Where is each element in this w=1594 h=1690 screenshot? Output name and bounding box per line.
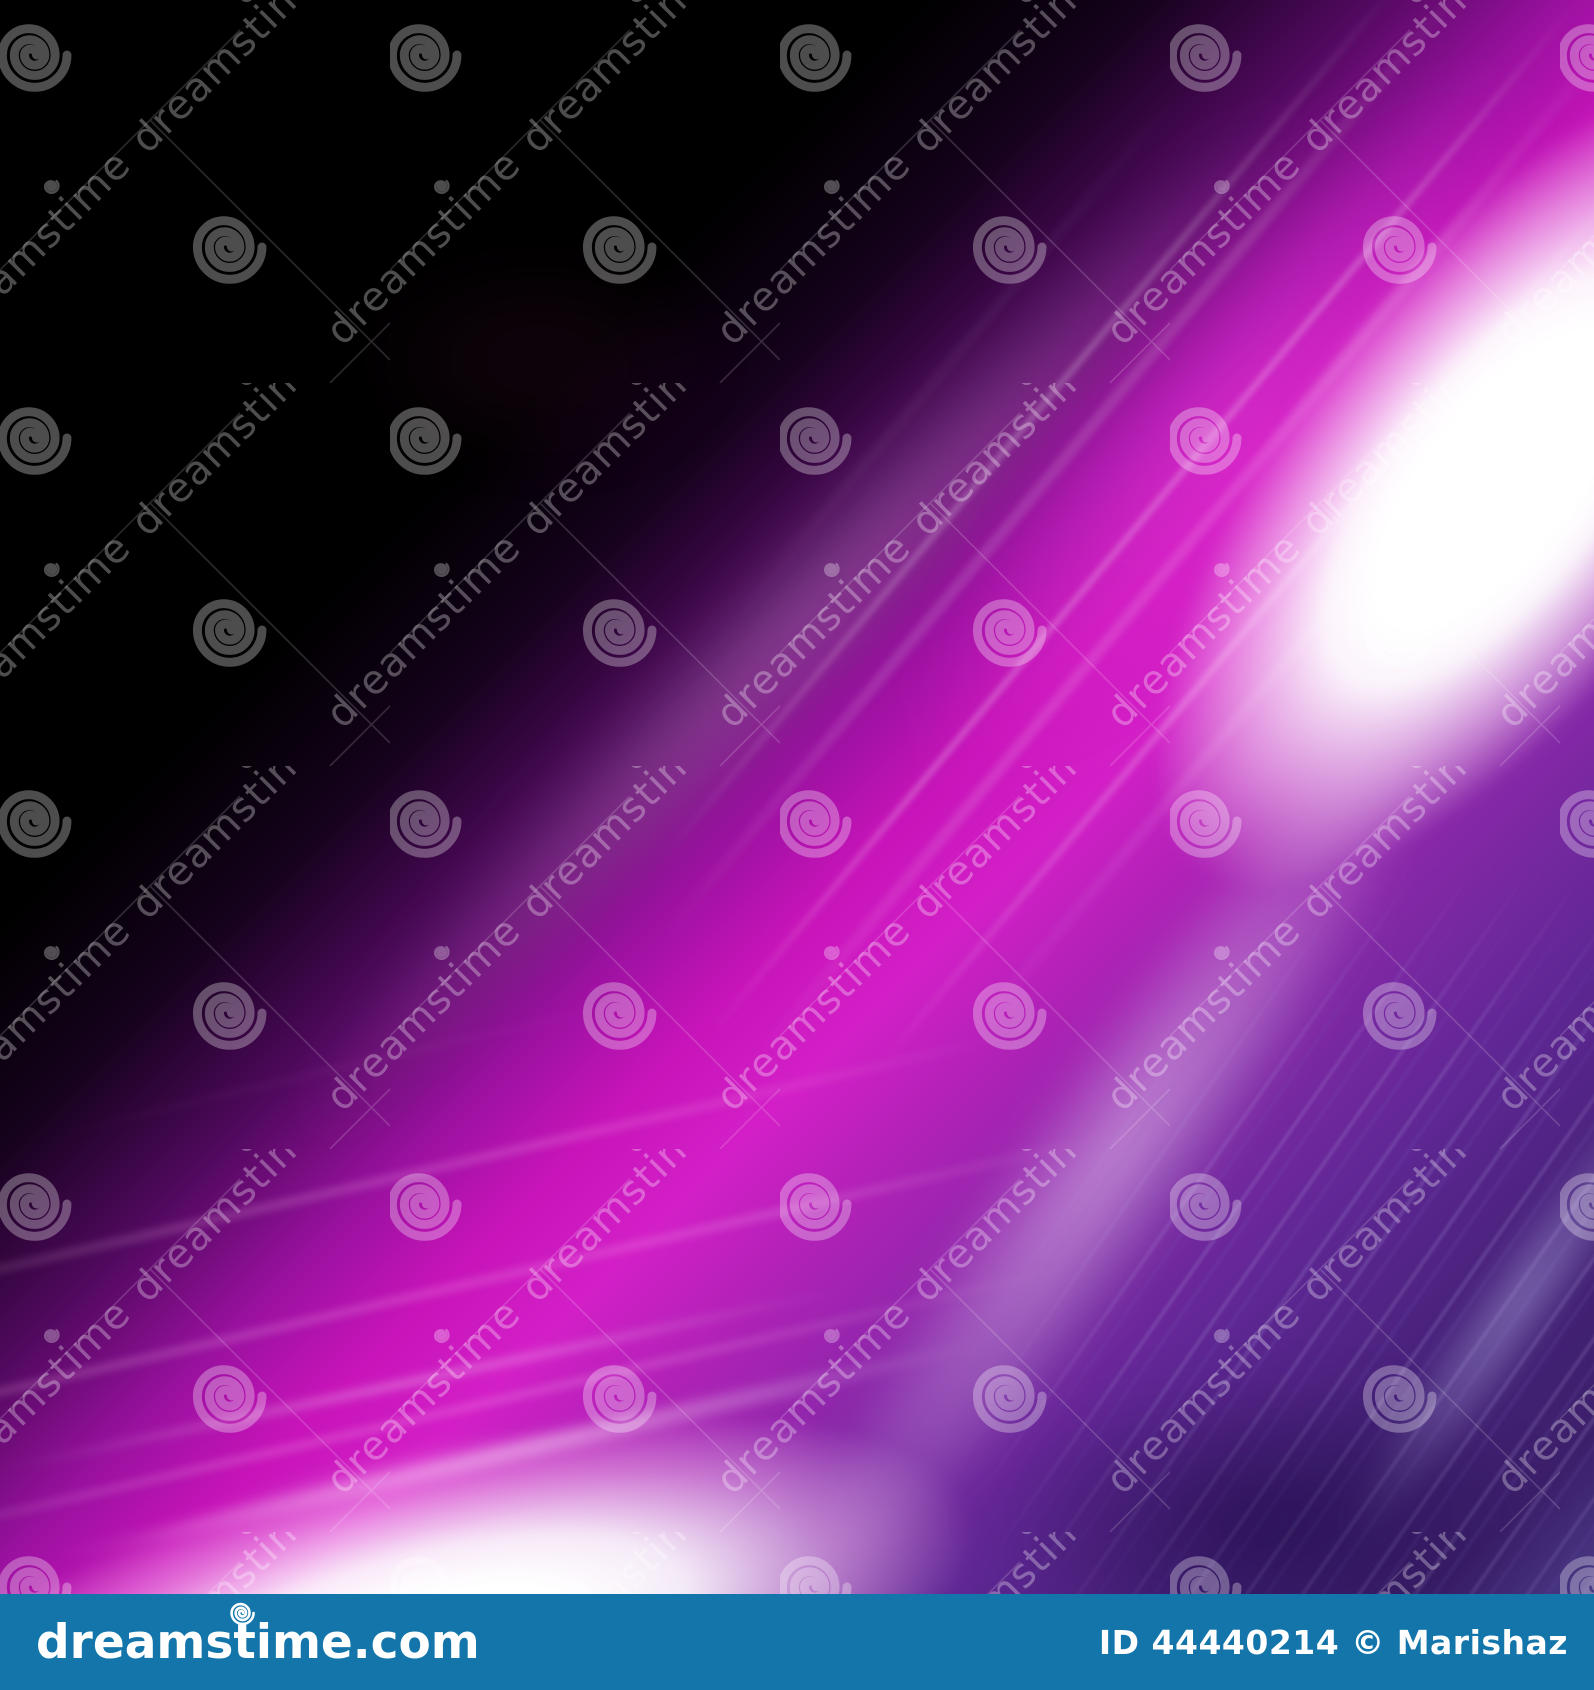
watermark-footer-bar: dreamstime.com ID 44440214 © Marishaz	[0, 1594, 1594, 1690]
photo-canvas: dreamstime dreamstime	[0, 0, 1594, 1594]
dreamstime-logo: dreamstime.com	[36, 1594, 480, 1690]
image-credit: ID 44440214 © Marishaz	[1099, 1594, 1568, 1690]
dreamstime-watermark-overlay: dreamstime dreamstime	[0, 0, 1594, 1594]
image-id-and-author: ID 44440214 © Marishaz	[1098, 1622, 1568, 1662]
dreamstime-spiral-icon	[230, 1602, 255, 1626]
stock-photo-page: dreamstime dreamstime	[0, 0, 1594, 1690]
dreamstime-logo-text: dreamstime.com	[36, 1614, 480, 1670]
